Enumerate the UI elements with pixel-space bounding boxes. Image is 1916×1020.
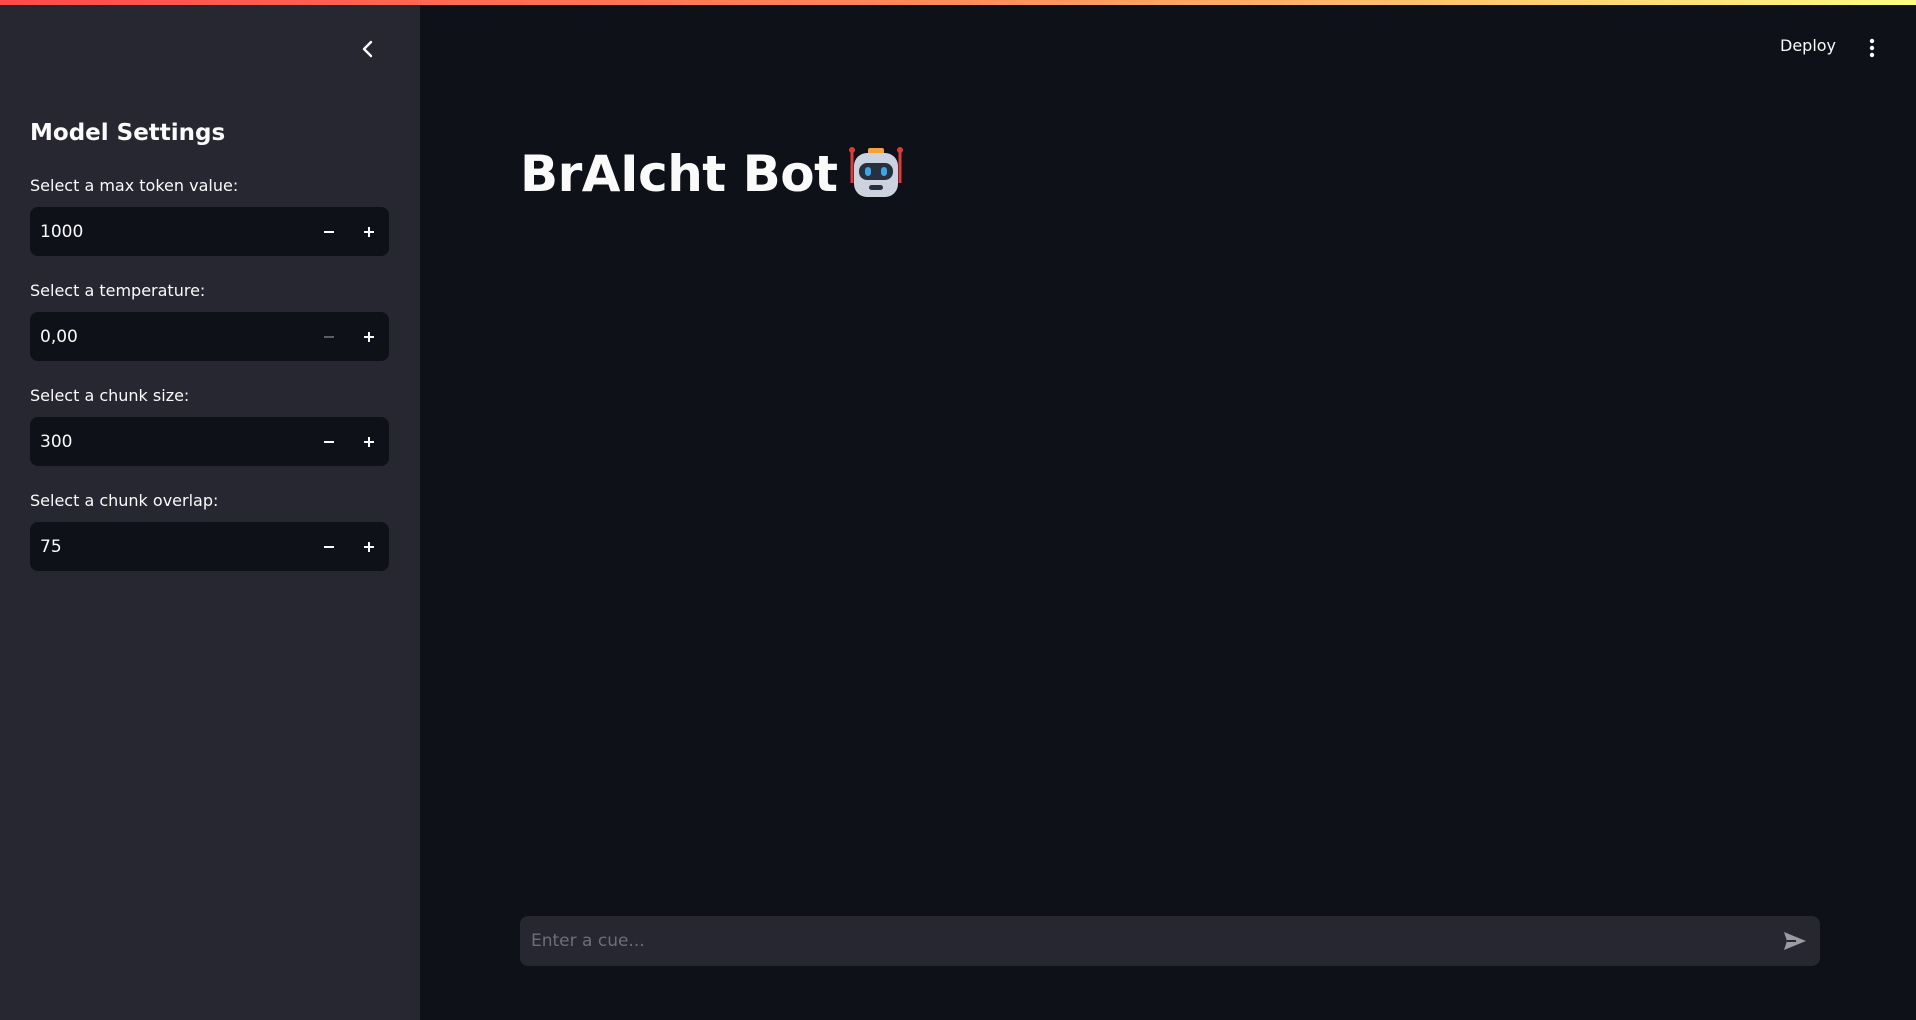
chunk-size-label: Select a chunk size: (30, 386, 190, 405)
chunk-overlap-input-group (30, 521, 389, 572)
top-decoration-bar (0, 0, 1916, 5)
chunk-overlap-decrement-button[interactable] (309, 522, 349, 571)
send-icon (1784, 932, 1806, 950)
page-title: BrAIcht Bot (520, 145, 905, 203)
temperature-label: Select a temperature: (30, 281, 206, 300)
chunk-size-input[interactable] (30, 416, 309, 467)
main-menu-button[interactable] (1862, 36, 1882, 60)
chunk-size-input-group (30, 416, 389, 467)
plus-icon (364, 226, 374, 237)
temperature-increment-button[interactable] (349, 312, 389, 361)
minus-icon (324, 230, 334, 233)
plus-icon (364, 331, 374, 342)
minus-icon (324, 545, 334, 548)
chunk-overlap-label: Select a chunk overlap: (30, 491, 219, 510)
collapse-sidebar-button[interactable] (355, 36, 381, 62)
plus-icon (364, 541, 374, 552)
max-token-input[interactable] (30, 206, 309, 257)
max-token-decrement-button[interactable] (309, 207, 349, 256)
max-token-label: Select a max token value: (30, 176, 239, 195)
sidebar: Model Settings Select a max token value:… (0, 0, 420, 1020)
temperature-input-group (30, 311, 389, 362)
robot-icon (849, 147, 904, 197)
chunk-size-increment-button[interactable] (349, 417, 389, 466)
chunk-size-decrement-button[interactable] (309, 417, 349, 466)
plus-icon (364, 436, 374, 447)
chunk-overlap-input[interactable] (30, 521, 309, 572)
send-button[interactable] (1770, 916, 1820, 966)
minus-icon (324, 335, 334, 338)
temperature-input[interactable] (30, 311, 309, 362)
max-token-increment-button[interactable] (349, 207, 389, 256)
minus-icon (324, 440, 334, 443)
chevron-left-icon (362, 40, 373, 58)
page-title-text: BrAIcht Bot (520, 145, 838, 203)
kebab-menu-icon (1869, 38, 1875, 58)
sidebar-title: Model Settings (30, 120, 226, 146)
deploy-button[interactable]: Deploy (1780, 36, 1836, 55)
chat-input[interactable] (520, 915, 1770, 967)
temperature-decrement-button[interactable] (309, 312, 349, 361)
chunk-overlap-increment-button[interactable] (349, 522, 389, 571)
chat-input-container (520, 915, 1820, 967)
max-token-input-group (30, 206, 389, 257)
